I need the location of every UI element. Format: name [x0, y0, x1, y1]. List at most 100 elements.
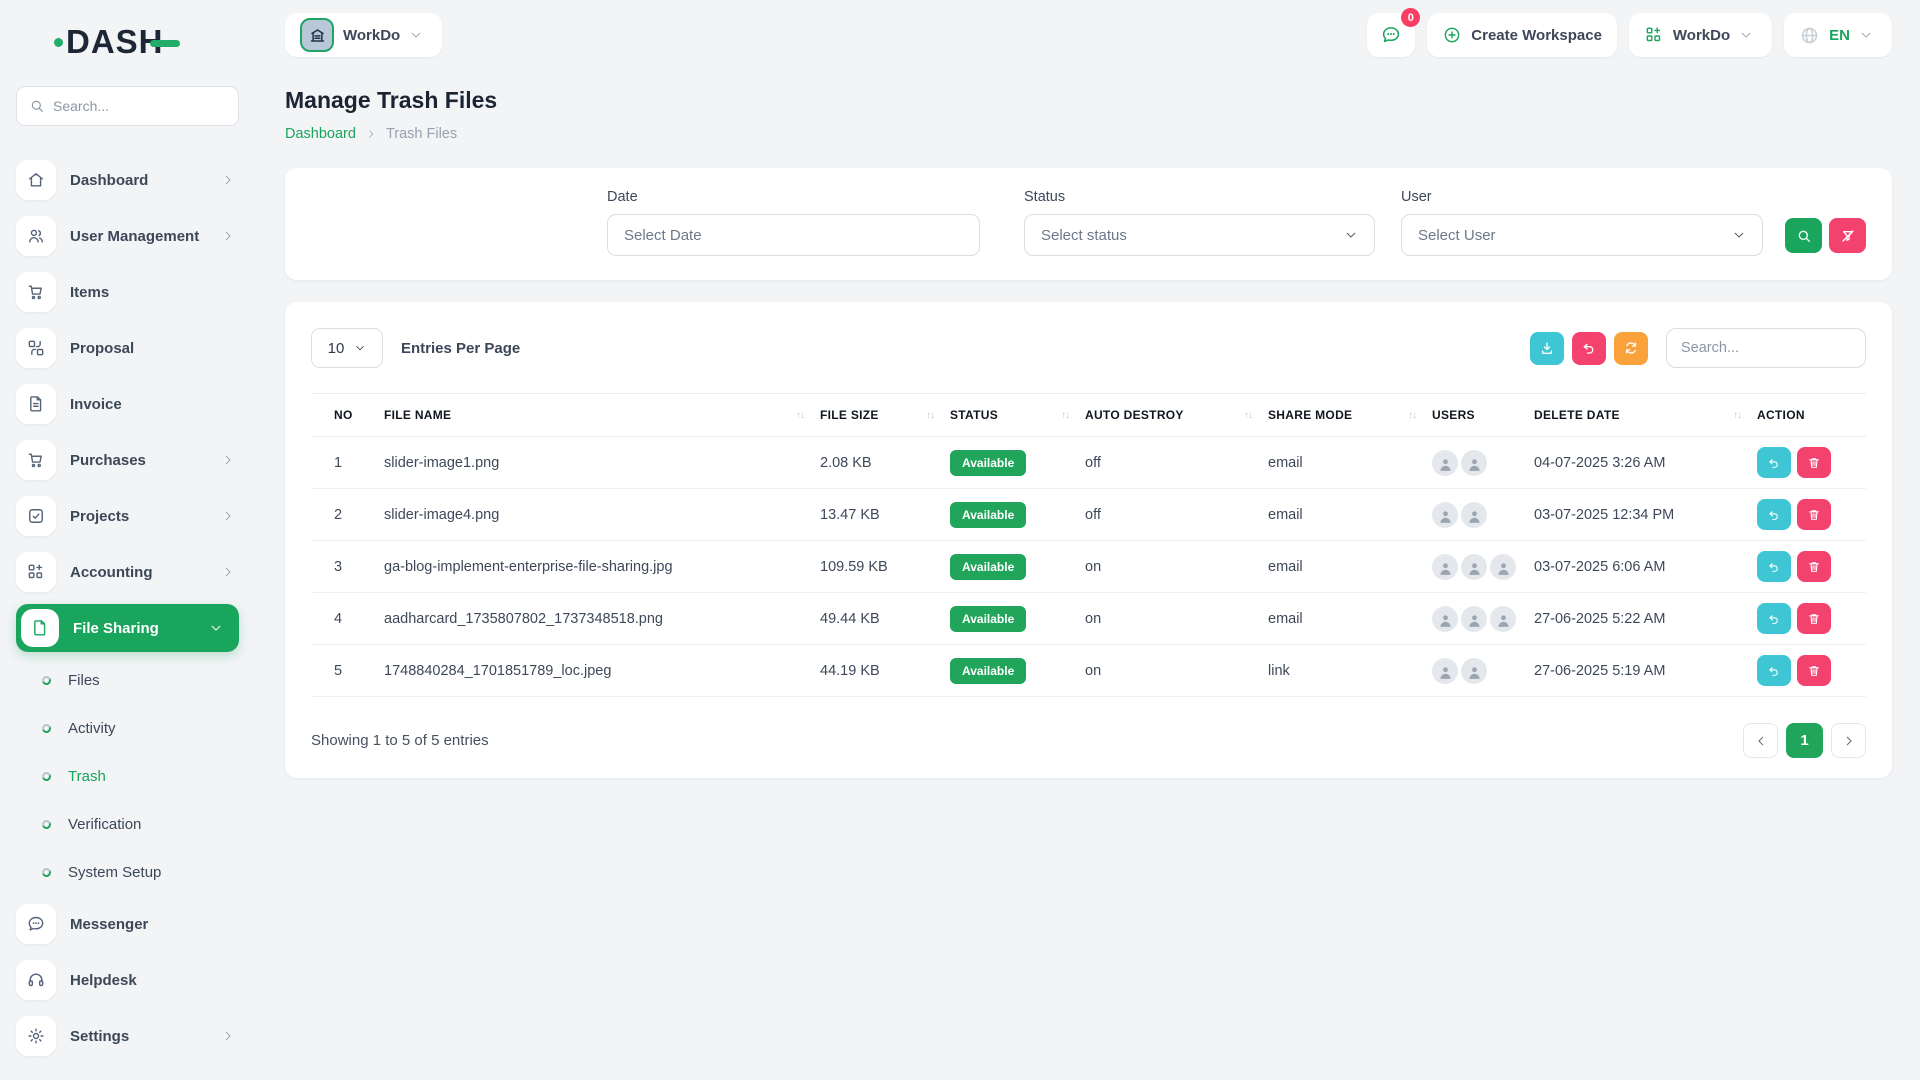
cell-file-name: slider-image4.png	[376, 489, 812, 541]
date-field[interactable]	[607, 214, 980, 256]
filter-buttons	[1785, 218, 1866, 253]
sidebar-item-projects[interactable]: Projects	[16, 488, 239, 544]
restore-all-button[interactable]	[1572, 332, 1606, 365]
table-search-input[interactable]	[1681, 340, 1851, 356]
chevron-right-icon	[365, 128, 377, 140]
sidebar-item-file-sharing[interactable]: File Sharing	[16, 604, 239, 652]
export-button[interactable]	[1530, 332, 1564, 365]
sidebar-subitem-verification[interactable]: Verification	[16, 800, 239, 848]
restore-icon	[1767, 560, 1781, 574]
cell-delete-date: 04-07-2025 3:26 AM	[1526, 437, 1749, 489]
sidebar-item-messenger[interactable]: Messenger	[16, 896, 239, 952]
status-select-value: Select status	[1041, 227, 1127, 244]
date-input[interactable]	[624, 227, 963, 244]
chevron-down-icon	[1739, 28, 1753, 42]
table-header-row: NO FILE NAME↑↓ FILE SIZE↑↓ STATUS↑↓ AUTO…	[311, 394, 1866, 437]
chevron-down-icon	[409, 28, 423, 42]
sidebar-item-helpdesk[interactable]: Helpdesk	[16, 952, 239, 1008]
delete-button[interactable]	[1797, 603, 1831, 634]
entries-per-page-select[interactable]: 10	[311, 328, 383, 368]
restore-button[interactable]	[1757, 551, 1791, 582]
restore-icon	[1767, 456, 1781, 470]
sidebar-item-settings[interactable]: Settings	[16, 1008, 239, 1064]
col-delete-date[interactable]: DELETE DATE↑↓	[1526, 394, 1749, 437]
app-logo[interactable]: DASH	[54, 22, 239, 62]
delete-button[interactable]	[1797, 655, 1831, 686]
messenger-button[interactable]: 0	[1367, 13, 1415, 57]
sidebar-item-user-management[interactable]: User Management	[16, 208, 239, 264]
download-icon	[1539, 340, 1555, 356]
sidebar-item-label: Settings	[70, 1028, 207, 1045]
chevron-right-icon	[1842, 734, 1856, 748]
delete-button[interactable]	[1797, 499, 1831, 530]
chevron-right-icon	[221, 509, 235, 523]
cell-share-mode: email	[1260, 593, 1424, 645]
refresh-button[interactable]	[1614, 332, 1648, 365]
sidebar-item-label: File Sharing	[73, 620, 195, 637]
date-label: Date	[607, 189, 980, 205]
sidebar-search[interactable]	[16, 86, 239, 126]
page-number-active[interactable]: 1	[1786, 723, 1823, 758]
col-auto-destroy[interactable]: AUTO DESTROY↑↓	[1077, 394, 1260, 437]
clear-filter-button[interactable]	[1829, 218, 1866, 253]
next-page-button[interactable]	[1831, 723, 1866, 758]
table-toolbar	[1530, 328, 1866, 368]
user-select[interactable]: Select User	[1401, 214, 1763, 256]
col-status[interactable]: STATUS↑↓	[942, 394, 1077, 437]
home-icon	[16, 160, 56, 200]
trash-icon	[1807, 612, 1821, 626]
subitem-label: System Setup	[68, 864, 161, 881]
workspace-name: WorkDo	[343, 27, 400, 44]
file-icon	[21, 609, 59, 647]
cell-file-name: 1748840284_1701851789_loc.jpeg	[376, 645, 812, 697]
restore-button[interactable]	[1757, 447, 1791, 478]
sidebar-subitem-system-setup[interactable]: System Setup	[16, 848, 239, 896]
col-file-name[interactable]: FILE NAME↑↓	[376, 394, 812, 437]
sidebar-subitem-activity[interactable]: Activity	[16, 704, 239, 752]
filter-date-group: Date	[607, 189, 980, 256]
building-icon	[300, 18, 334, 52]
sidebar-item-purchases[interactable]: Purchases	[16, 432, 239, 488]
showing-entries-text: Showing 1 to 5 of 5 entries	[311, 732, 489, 749]
logo-dot-icon	[54, 38, 63, 47]
breadcrumb-dashboard-link[interactable]: Dashboard	[285, 126, 356, 142]
restore-button[interactable]	[1757, 499, 1791, 530]
sidebar-item-proposal[interactable]: Proposal	[16, 320, 239, 376]
delete-button[interactable]	[1797, 551, 1831, 582]
trash-icon	[1807, 560, 1821, 574]
apply-filter-button[interactable]	[1785, 218, 1822, 253]
prev-page-button[interactable]	[1743, 723, 1778, 758]
col-share-mode[interactable]: SHARE MODE↑↓	[1260, 394, 1424, 437]
col-file-size[interactable]: FILE SIZE↑↓	[812, 394, 942, 437]
app-switcher-button[interactable]: WorkDo	[1629, 13, 1772, 57]
delete-button[interactable]	[1797, 447, 1831, 478]
messenger-badge: 0	[1401, 8, 1420, 27]
sidebar-item-dashboard[interactable]: Dashboard	[16, 152, 239, 208]
sidebar: DASH Dashboard User Management Items Pro…	[0, 0, 255, 1080]
restore-button[interactable]	[1757, 603, 1791, 634]
language-selector[interactable]: EN	[1784, 13, 1892, 57]
status-badge: Available	[950, 554, 1026, 580]
user-label: User	[1401, 189, 1763, 205]
sidebar-item-items[interactable]: Items	[16, 264, 239, 320]
workspace-selector[interactable]: WorkDo	[285, 13, 442, 57]
cell-file-name: slider-image1.png	[376, 437, 812, 489]
sidebar-item-accounting[interactable]: Accounting	[16, 544, 239, 600]
create-workspace-button[interactable]: Create Workspace	[1427, 13, 1617, 57]
avatar	[1461, 658, 1487, 684]
sidebar-item-invoice[interactable]: Invoice	[16, 376, 239, 432]
sidebar-subitem-files[interactable]: Files	[16, 656, 239, 704]
table-row: 3 ga-blog-implement-enterprise-file-shar…	[311, 541, 1866, 593]
main-content: WorkDo 0 Create Workspace WorkDo EN	[255, 0, 1920, 1080]
filter-user-group: User Select User	[1401, 189, 1763, 256]
check-square-icon	[16, 496, 56, 536]
cart-icon	[16, 440, 56, 480]
restore-button[interactable]	[1757, 655, 1791, 686]
subitem-label: Activity	[68, 720, 116, 737]
sidebar-item-label: Proposal	[70, 340, 239, 357]
cell-auto-destroy: off	[1077, 489, 1260, 541]
status-select[interactable]: Select status	[1024, 214, 1375, 256]
table-search[interactable]	[1666, 328, 1866, 368]
sidebar-search-input[interactable]	[53, 98, 226, 114]
sidebar-subitem-trash[interactable]: Trash	[16, 752, 239, 800]
